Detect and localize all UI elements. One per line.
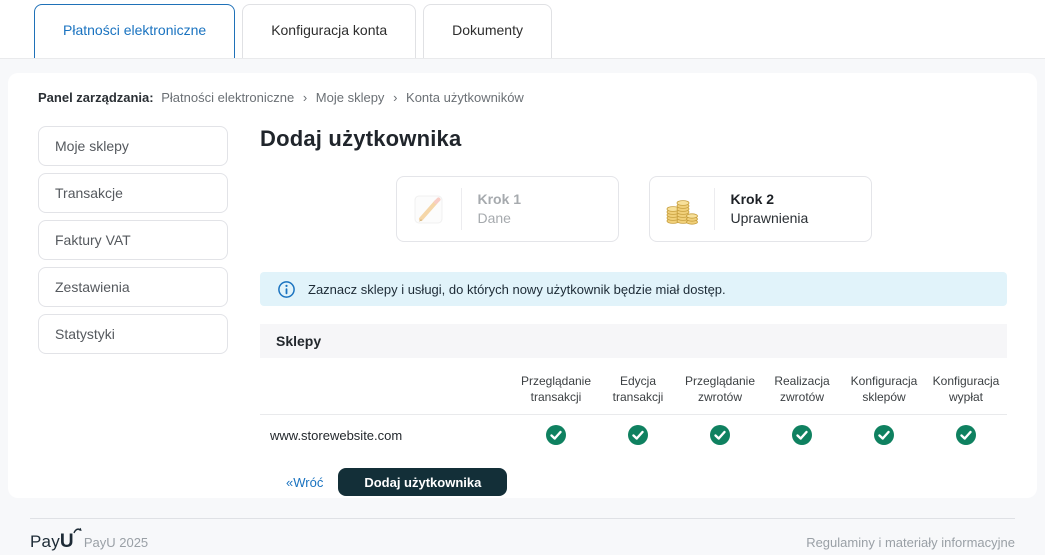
breadcrumb-item-konta-uzytkownikow[interactable]: Konta użytkowników <box>406 90 524 105</box>
step-2-sublabel: Uprawnienia <box>731 209 809 228</box>
check-icon[interactable] <box>628 425 648 445</box>
column-header-konfiguracja-wyplat: Konfiguracja wypłat <box>925 374 1007 405</box>
payu-logo-arrow-icon <box>73 527 82 535</box>
sidebar-item-zestawienia[interactable]: Zestawienia <box>38 267 228 307</box>
breadcrumb-separator: › <box>303 90 307 105</box>
form-actions: «Wróć Dodaj użytkownika <box>260 468 1007 496</box>
breadcrumb-prefix: Panel zarządzania: <box>38 90 154 105</box>
step-1-sublabel: Dane <box>478 209 522 228</box>
permissions-table-header: Przeglądanie transakcji Edycja transakcj… <box>260 374 1007 415</box>
step-2-label: Krok 2 <box>731 190 809 209</box>
breadcrumb: Panel zarządzania: Płatności elektronicz… <box>38 90 1007 105</box>
payu-logo: PayU <box>30 531 74 553</box>
tab-konfiguracja-konta[interactable]: Konfiguracja konta <box>242 4 416 59</box>
sidebar-item-transakcje[interactable]: Transakcje <box>38 173 228 213</box>
sidebar: Moje sklepy Transakcje Faktury VAT Zesta… <box>38 126 228 361</box>
breadcrumb-separator: › <box>393 90 397 105</box>
info-banner-text: Zaznacz sklepy i usługi, do których nowy… <box>308 282 726 297</box>
info-icon <box>278 281 295 298</box>
top-tab-bar: Płatności elektroniczne Konfiguracja kon… <box>0 0 1045 59</box>
sidebar-item-moje-sklepy[interactable]: Moje sklepy <box>38 126 228 166</box>
coins-icon <box>650 189 714 229</box>
sidebar-item-faktury-vat[interactable]: Faktury VAT <box>38 220 228 260</box>
breadcrumb-item-moje-sklepy[interactable]: Moje sklepy <box>316 90 385 105</box>
page-title: Dodaj użytkownika <box>260 126 1007 152</box>
column-header-edycja-transakcji: Edycja transakcji <box>597 374 679 405</box>
column-header-przegladanie-transakcji: Przeglądanie transakcji <box>515 374 597 405</box>
check-icon[interactable] <box>956 425 976 445</box>
sidebar-item-statystyki[interactable]: Statystyki <box>38 314 228 354</box>
permission-cell-edycja-transakcji <box>597 425 679 445</box>
permission-cell-przegladanie-transakcji <box>515 425 597 445</box>
pencil-note-icon <box>397 189 461 229</box>
add-user-button[interactable]: Dodaj użytkownika <box>338 468 507 496</box>
footer-regulations-link[interactable]: Regulaminy i materiały informacyjne <box>806 535 1015 550</box>
copyright-text: PayU 2025 <box>84 535 148 550</box>
section-title: Sklepy <box>276 333 321 349</box>
permission-cell-realizacja-zwrotow <box>761 425 843 445</box>
check-icon[interactable] <box>792 425 812 445</box>
back-link[interactable]: «Wróć <box>286 475 323 490</box>
store-name: www.storewebsite.com <box>260 428 515 443</box>
check-icon[interactable] <box>874 425 894 445</box>
permission-cell-przegladanie-zwrotow <box>679 425 761 445</box>
step-2-card: Krok 2 Uprawnienia <box>649 176 872 242</box>
content-card: Panel zarządzania: Płatności elektronicz… <box>8 73 1037 498</box>
permission-cell-konfiguracja-sklepow <box>843 425 925 445</box>
info-banner: Zaznacz sklepy i usługi, do których nowy… <box>260 272 1007 306</box>
permissions-table: Przeglądanie transakcji Edycja transakcj… <box>260 374 1007 455</box>
main-content: Dodaj użytkownika Krok 1 Dane <box>260 126 1007 496</box>
column-header-realizacja-zwrotow: Realizacja zwrotów <box>761 374 843 405</box>
footer: PayU PayU 2025 Regulaminy i materiały in… <box>30 518 1015 553</box>
permission-cell-konfiguracja-wyplat <box>925 425 1007 445</box>
check-icon[interactable] <box>710 425 730 445</box>
tab-dokumenty[interactable]: Dokumenty <box>423 4 552 59</box>
check-icon[interactable] <box>546 425 566 445</box>
step-1-label: Krok 1 <box>478 190 522 209</box>
step-1-card: Krok 1 Dane <box>396 176 619 242</box>
column-header-przegladanie-zwrotow: Przeglądanie zwrotów <box>679 374 761 405</box>
table-row: www.storewebsite.com <box>260 415 1007 455</box>
step-indicator: Krok 1 Dane <box>260 176 1007 242</box>
tab-platnosci-elektroniczne[interactable]: Płatności elektroniczne <box>34 4 235 59</box>
breadcrumb-item-platnosci[interactable]: Płatności elektroniczne <box>161 90 294 105</box>
section-header-sklepy: Sklepy <box>260 324 1007 358</box>
column-header-konfiguracja-sklepow: Konfiguracja sklepów <box>843 374 925 405</box>
